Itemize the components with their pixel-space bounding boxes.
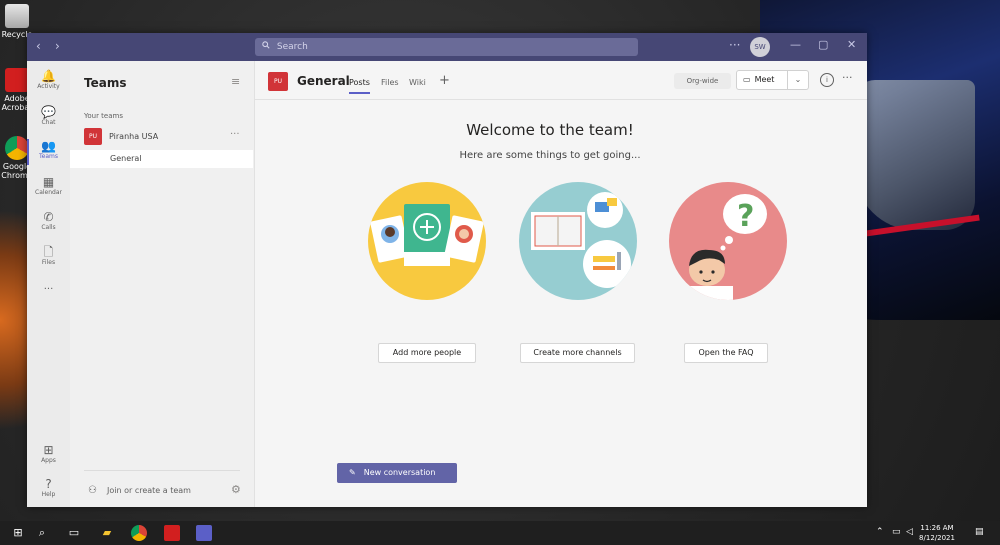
close-button[interactable]: ✕: [847, 38, 856, 51]
taskbar: ⊞ ⌕ ▭ ▰ ⌃ ▭ ◁ 11:26 AM 8/12/2021 ▤: [0, 521, 1000, 545]
filter-icon[interactable]: ≡: [231, 75, 240, 88]
app-bar-label: Chat: [41, 119, 56, 126]
meet-dropdown-button[interactable]: ⌄: [788, 70, 809, 90]
panel-title: Teams: [84, 76, 127, 90]
search-icon: [262, 41, 270, 49]
forward-arrow-icon[interactable]: ›: [55, 39, 60, 53]
app-bar-label: Help: [41, 491, 56, 498]
calendar-icon: ▦: [42, 175, 55, 189]
app-bar-teams[interactable]: 👥 Teams: [27, 139, 70, 165]
chat-icon: 💬: [41, 105, 56, 119]
welcome-title: Welcome to the team!: [466, 121, 634, 139]
network-icon[interactable]: ▭: [892, 527, 901, 537]
app-bar-label: Apps: [41, 457, 56, 464]
back-arrow-icon[interactable]: ‹: [36, 39, 41, 53]
app-bar-label: Calendar: [35, 189, 62, 196]
clock-time: 11:26 AM: [920, 524, 954, 532]
search-icon[interactable]: ⌕: [34, 525, 50, 541]
clock-date: 8/12/2021: [919, 534, 955, 542]
divider: [84, 470, 240, 471]
avatar[interactable]: SW: [750, 37, 770, 57]
app-bar-calls[interactable]: ✆ Calls: [27, 210, 70, 231]
app-bar-more[interactable]: ···: [27, 283, 70, 297]
create-more-channels-button[interactable]: Create more channels: [520, 343, 635, 363]
app-bar-apps[interactable]: ⊞ Apps: [27, 443, 70, 464]
teams-icon: 👥: [41, 139, 56, 153]
acrobat-icon[interactable]: [164, 525, 180, 541]
app-bar-files[interactable]: 🗋 Files: [27, 245, 70, 266]
task-view-icon[interactable]: ▭: [66, 525, 82, 541]
chrome-icon[interactable]: [131, 525, 147, 541]
channels-illustration: [519, 182, 637, 300]
windows-start-icon[interactable]: ⊞: [10, 525, 26, 541]
add-more-people-button[interactable]: Add more people: [378, 343, 476, 363]
tab-posts[interactable]: Posts: [349, 78, 370, 94]
channel-name: General: [110, 154, 142, 163]
chrome-icon: [5, 136, 29, 160]
bell-icon: 🔔: [41, 69, 56, 83]
add-people-illustration: [368, 182, 486, 300]
title-bar: ‹ › Search ··· SW — ▢ ✕: [27, 33, 867, 61]
team-more-icon[interactable]: ···: [230, 129, 240, 140]
teams-icon[interactable]: [196, 525, 212, 541]
more-options-icon[interactable]: ···: [842, 71, 853, 84]
join-team-link[interactable]: Join or create a team: [107, 486, 191, 495]
app-bar-activity[interactable]: 🔔 Activity: [27, 69, 70, 90]
channel-header: PU General Posts Files Wiki + Org-wide ▭…: [255, 61, 867, 100]
tab-wiki[interactable]: Wiki: [409, 78, 426, 87]
meet-button[interactable]: ▭ Meet: [736, 70, 788, 90]
teams-panel: Teams ≡ Your teams PU Piranha USA ··· Ge…: [70, 61, 255, 507]
new-conversation-label: New conversation: [363, 468, 436, 477]
org-wide-badge: Org-wide: [674, 73, 731, 89]
channel-item-general[interactable]: General: [70, 150, 253, 168]
recycle-bin-icon: [5, 4, 29, 28]
file-explorer-icon[interactable]: ▰: [99, 525, 115, 541]
svg-text:?: ?: [737, 199, 754, 234]
app-bar-label: Teams: [39, 153, 58, 160]
phone-icon: ✆: [43, 210, 54, 224]
app-bar-label: Activity: [37, 83, 60, 90]
app-bar: 🔔 Activity 💬 Chat 👥 Teams ▦ Calendar ✆ C…: [27, 61, 70, 507]
apps-icon: ⊞: [43, 443, 54, 457]
tab-files[interactable]: Files: [381, 78, 399, 87]
search-placeholder: Search: [276, 42, 308, 52]
app-bar-chat[interactable]: 💬 Chat: [27, 105, 70, 126]
file-icon: 🗋: [43, 245, 54, 259]
section-label: Your teams: [84, 112, 123, 120]
app-bar-help[interactable]: ? Help: [27, 477, 70, 498]
welcome-subtitle: Here are some things to get going...: [459, 150, 641, 161]
team-avatar: PU: [84, 128, 102, 145]
add-tab-button[interactable]: +: [439, 73, 450, 88]
wallpaper-car-glass: [855, 80, 975, 230]
meet-label: Meet: [754, 75, 775, 84]
more-apps-icon: ···: [43, 284, 54, 295]
maximize-button[interactable]: ▢: [818, 38, 828, 51]
acrobat-icon: [5, 68, 29, 92]
minimize-button[interactable]: —: [790, 38, 801, 51]
help-icon: ?: [45, 477, 52, 491]
join-team-icon: ⚇: [88, 485, 97, 496]
channel-avatar: PU: [268, 72, 288, 91]
taskbar-clock[interactable]: 11:26 AM 8/12/2021: [915, 523, 959, 543]
new-conversation-button[interactable]: ✎ New conversation: [337, 463, 457, 483]
app-bar-label: Files: [41, 259, 56, 266]
app-bar-label: Calls: [41, 224, 56, 231]
page-title: General: [297, 74, 350, 88]
main-content: PU General Posts Files Wiki + Org-wide ▭…: [255, 61, 867, 507]
faq-illustration: ?: [669, 182, 787, 300]
volume-icon[interactable]: ◁: [906, 527, 913, 537]
gear-icon[interactable]: ⚙: [231, 483, 241, 496]
teams-window: ‹ › Search ··· SW — ▢ ✕ 🔔 Activity 💬 Cha…: [27, 33, 867, 507]
notifications-icon[interactable]: ▤: [975, 527, 984, 537]
more-options-icon[interactable]: ···: [729, 38, 740, 52]
video-camera-icon: ▭: [743, 75, 751, 84]
open-faq-button[interactable]: Open the FAQ: [684, 343, 768, 363]
search-input[interactable]: Search: [255, 38, 638, 56]
info-icon[interactable]: i: [820, 73, 834, 87]
compose-icon: ✎: [349, 468, 356, 477]
app-bar-calendar[interactable]: ▦ Calendar: [27, 175, 70, 196]
chevron-up-icon[interactable]: ⌃: [876, 527, 884, 537]
team-row[interactable]: PU Piranha USA ···: [70, 123, 254, 147]
team-name: Piranha USA: [109, 132, 159, 141]
